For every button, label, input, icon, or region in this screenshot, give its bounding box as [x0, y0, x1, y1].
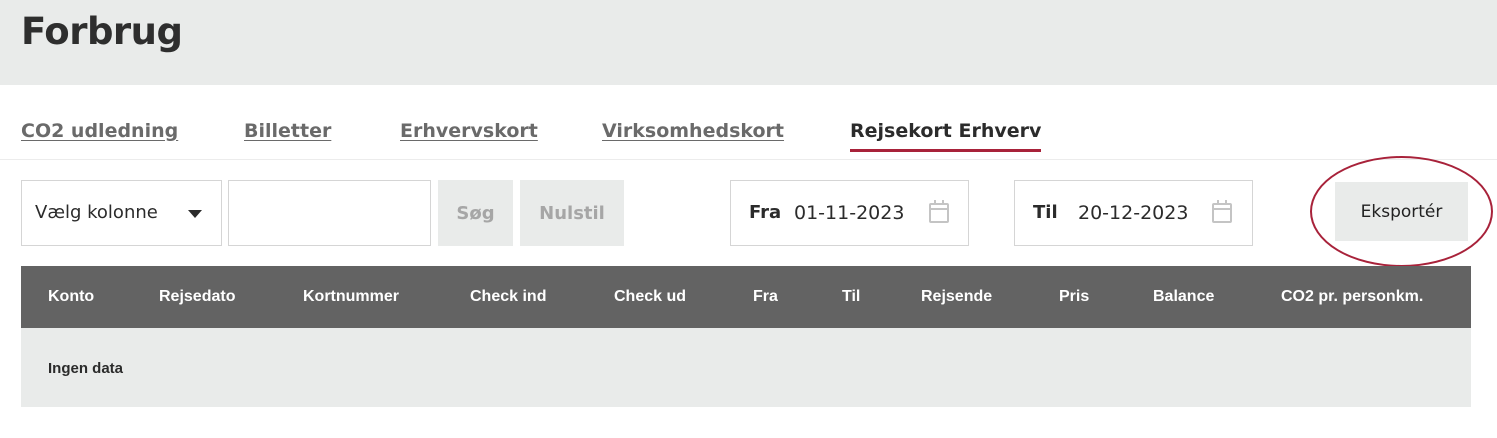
column-header-co2-pr-personkm[interactable]: CO2 pr. personkm. — [1281, 288, 1423, 306]
table-body: Ingen data — [21, 328, 1471, 407]
from-date-value: 01-11-2023 — [794, 202, 905, 224]
page-title: Forbrug — [21, 10, 183, 53]
from-date-label: Fra — [749, 202, 782, 223]
calendar-icon[interactable] — [929, 200, 949, 223]
to-date-value: 20-12-2023 — [1078, 202, 1189, 224]
column-header-rejsende[interactable]: Rejsende — [921, 288, 992, 306]
tab-bar: CO2 udledning Billetter Erhvervskort Vir… — [0, 85, 1497, 160]
reset-button[interactable]: Nulstil — [520, 180, 624, 246]
column-header-til[interactable]: Til — [842, 288, 860, 306]
search-input[interactable] — [228, 180, 431, 246]
empty-state-text: Ingen data — [48, 360, 124, 377]
chevron-down-icon — [188, 210, 202, 218]
column-header-balance[interactable]: Balance — [1153, 288, 1214, 306]
to-date-field[interactable]: Til 20-12-2023 — [1014, 180, 1253, 246]
search-button[interactable]: Søg — [438, 180, 513, 246]
column-select-value: Vælg kolonne — [35, 202, 158, 223]
tab-co2-udledning[interactable]: CO2 udledning — [21, 120, 178, 142]
column-header-check-ind[interactable]: Check ind — [470, 288, 546, 306]
tab-virksomhedskort[interactable]: Virksomhedskort — [602, 120, 784, 142]
column-header-konto[interactable]: Konto — [48, 288, 94, 306]
to-date-label: Til — [1033, 202, 1058, 223]
column-select[interactable]: Vælg kolonne — [21, 180, 222, 246]
page-header: Forbrug — [0, 0, 1497, 85]
column-header-rejsedato[interactable]: Rejsedato — [159, 288, 235, 306]
tab-rejsekort-erhverv[interactable]: Rejsekort Erhverv — [850, 120, 1042, 152]
export-button[interactable]: Eksportér — [1335, 182, 1468, 241]
column-header-check-ud[interactable]: Check ud — [614, 288, 686, 306]
calendar-icon[interactable] — [1212, 200, 1232, 223]
tab-billetter[interactable]: Billetter — [244, 120, 331, 142]
tab-erhvervskort[interactable]: Erhvervskort — [400, 120, 538, 142]
column-header-fra[interactable]: Fra — [753, 288, 778, 306]
column-header-pris[interactable]: Pris — [1059, 288, 1089, 306]
from-date-field[interactable]: Fra 01-11-2023 — [730, 180, 969, 246]
table-header: Konto Rejsedato Kortnummer Check ind Che… — [21, 266, 1471, 328]
column-header-kortnummer[interactable]: Kortnummer — [303, 288, 399, 306]
